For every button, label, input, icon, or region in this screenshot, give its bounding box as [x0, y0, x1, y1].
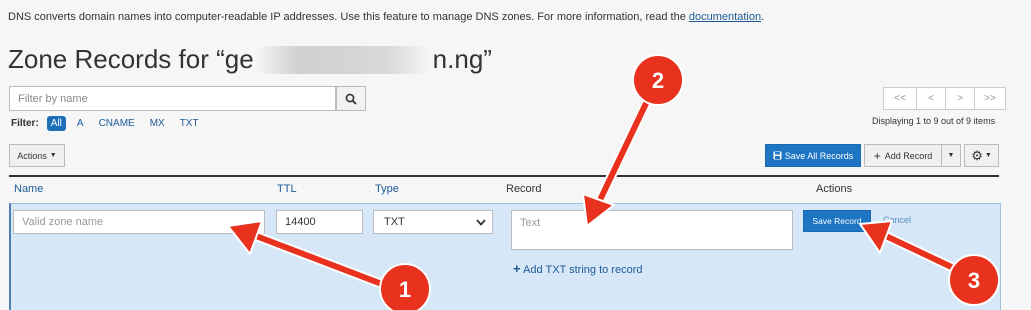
filter-pill-mx[interactable]: MX	[146, 116, 169, 131]
column-header-name[interactable]: Name	[14, 183, 43, 195]
actions-dropdown-button[interactable]: Actions ▼	[9, 144, 65, 167]
cancel-link[interactable]: Cancel	[883, 215, 911, 225]
intro-text: DNS converts domain names into computer-…	[8, 11, 764, 23]
add-record-label: Add Record	[884, 150, 933, 161]
redacted-domain	[255, 45, 431, 74]
plus-icon: +	[873, 148, 881, 163]
add-txt-label: Add TXT string to record	[523, 264, 643, 276]
caret-down-icon: ▼	[947, 152, 955, 159]
filter-label: Filter:	[11, 118, 39, 129]
plus-icon: +	[513, 261, 521, 276]
filter-pill-a[interactable]: A	[73, 116, 88, 131]
search-button[interactable]	[336, 86, 366, 111]
add-record-dropdown-toggle[interactable]: ▼	[941, 144, 961, 167]
page-title-suffix: n.ng”	[432, 44, 492, 74]
prev-page-button[interactable]: <	[916, 87, 946, 110]
documentation-link[interactable]: documentation	[689, 11, 761, 23]
filter-bar: Filter: All A CNAME MX TXT	[11, 116, 210, 131]
ttl-input[interactable]	[276, 210, 363, 234]
column-header-type[interactable]: Type	[375, 183, 399, 195]
gear-icon: ⚙	[971, 147, 983, 163]
add-txt-string-link[interactable]: + Add TXT string to record	[513, 261, 642, 276]
save-all-records-button[interactable]: Save All Records	[765, 144, 861, 167]
first-page-button[interactable]: <<	[883, 87, 917, 110]
caret-down-icon: ▼	[49, 152, 57, 159]
settings-dropdown-button[interactable]: ⚙ ▼	[964, 144, 999, 167]
actions-label: Actions	[17, 150, 47, 161]
record-type-value: TXT	[384, 216, 405, 228]
intro-period: .	[761, 11, 765, 23]
page-title: Zone Records for “ge n.ng”	[8, 44, 492, 75]
zone-name-input[interactable]	[13, 210, 265, 234]
annotation-badge-2-label: 2	[652, 68, 664, 93]
save-record-button[interactable]: Save Record	[803, 210, 871, 232]
filter-pill-cname[interactable]: CNAME	[95, 116, 139, 131]
last-page-button[interactable]: >>	[974, 87, 1006, 110]
filter-pill-all[interactable]: All	[46, 116, 66, 131]
intro-sentence: DNS converts domain names into computer-…	[8, 11, 689, 23]
annotation-badge-2: 2	[632, 54, 684, 106]
add-record-button[interactable]: + Add Record	[864, 144, 942, 167]
next-page-button[interactable]: >	[945, 87, 975, 110]
page-title-prefix: Zone Records for “ge	[8, 44, 254, 74]
displaying-count: Displaying 1 to 9 out of 9 items	[872, 116, 996, 126]
save-all-label: Save All Records	[784, 150, 854, 161]
caret-down-icon: ▼	[984, 152, 992, 159]
table-top-border	[9, 175, 999, 177]
record-text-input[interactable]	[511, 210, 793, 250]
column-header-record: Record	[506, 183, 542, 195]
column-header-actions: Actions	[816, 183, 853, 195]
column-header-ttl[interactable]: TTL	[277, 183, 297, 195]
record-type-select[interactable]: TXT	[373, 210, 493, 234]
chevron-down-icon	[476, 218, 486, 226]
filter-input[interactable]	[9, 86, 336, 111]
pagination: << < > >>	[883, 87, 1006, 110]
floppy-disk-icon	[773, 151, 782, 160]
filter-pill-txt[interactable]: TXT	[176, 116, 203, 131]
search-icon	[345, 93, 357, 105]
